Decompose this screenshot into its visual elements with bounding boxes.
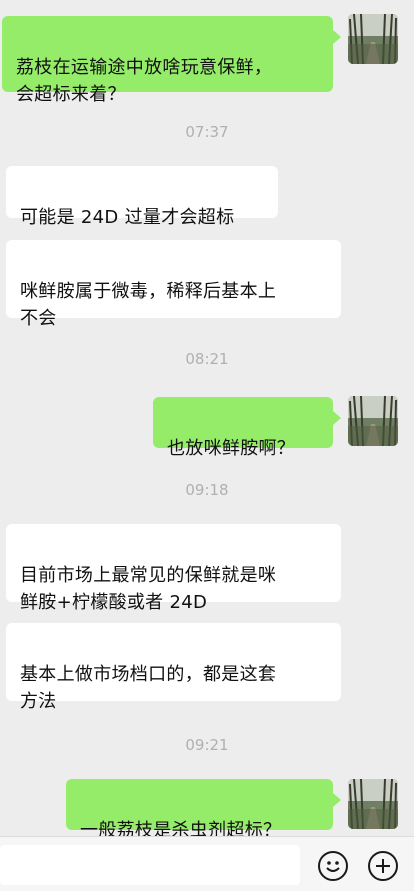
bubble-tail <box>333 411 341 425</box>
message-bubble-received[interactable]: 可能是 24D 过量才会超标 <box>6 166 278 228</box>
message-text: 目前市场上最常见的保鲜就是咪 鲜胺+柠檬酸或者 24D <box>20 565 277 613</box>
message-bubble-received[interactable]: 目前市场上最常见的保鲜就是咪 鲜胺+柠檬酸或者 24D <box>6 524 341 613</box>
message-text: 咪鲜胺属于微毒，稀释后基本上 不会 <box>20 281 277 329</box>
add-button[interactable] <box>368 851 398 881</box>
message-text: 也放咪鲜胺啊？ <box>167 438 296 459</box>
forest-road-avatar-icon <box>348 779 398 829</box>
user-avatar[interactable] <box>348 779 398 829</box>
forest-road-avatar-icon <box>348 396 398 446</box>
forest-road-avatar-icon <box>348 14 398 64</box>
emoji-button[interactable] <box>318 851 348 881</box>
message-bubble-sent[interactable]: 荔枝在运输途中放啥玩意保鲜， 会超标来着？ <box>2 16 333 105</box>
timestamp: 08:21 <box>185 350 229 368</box>
message-bubble-sent[interactable]: 也放咪鲜胺啊？ <box>153 397 333 459</box>
timestamp: 09:21 <box>185 736 229 754</box>
bubble-tail <box>333 793 341 807</box>
message-text: 荔枝在运输途中放啥玩意保鲜， 会超标来着？ <box>16 57 273 105</box>
message-input[interactable] <box>0 845 300 885</box>
message-text: 基本上做市场档口的，都是这套 方法 <box>20 664 277 712</box>
message-text: 可能是 24D 过量才会超标 <box>20 207 235 228</box>
plus-circle-icon <box>376 859 390 873</box>
bubble-tail <box>333 30 341 44</box>
message-bubble-sent[interactable]: 一般荔枝是杀虫剂超标？ <box>66 779 333 841</box>
chat-input-bar <box>0 836 414 891</box>
message-bubble-received[interactable]: 咪鲜胺属于微毒，稀释后基本上 不会 <box>6 240 341 329</box>
user-avatar[interactable] <box>348 14 398 64</box>
user-avatar[interactable] <box>348 396 398 446</box>
message-bubble-received[interactable]: 基本上做市场档口的，都是这套 方法 <box>6 623 341 712</box>
timestamp: 07:37 <box>185 123 229 141</box>
timestamp: 09:18 <box>185 481 229 499</box>
emoji-face-icon <box>326 861 340 872</box>
